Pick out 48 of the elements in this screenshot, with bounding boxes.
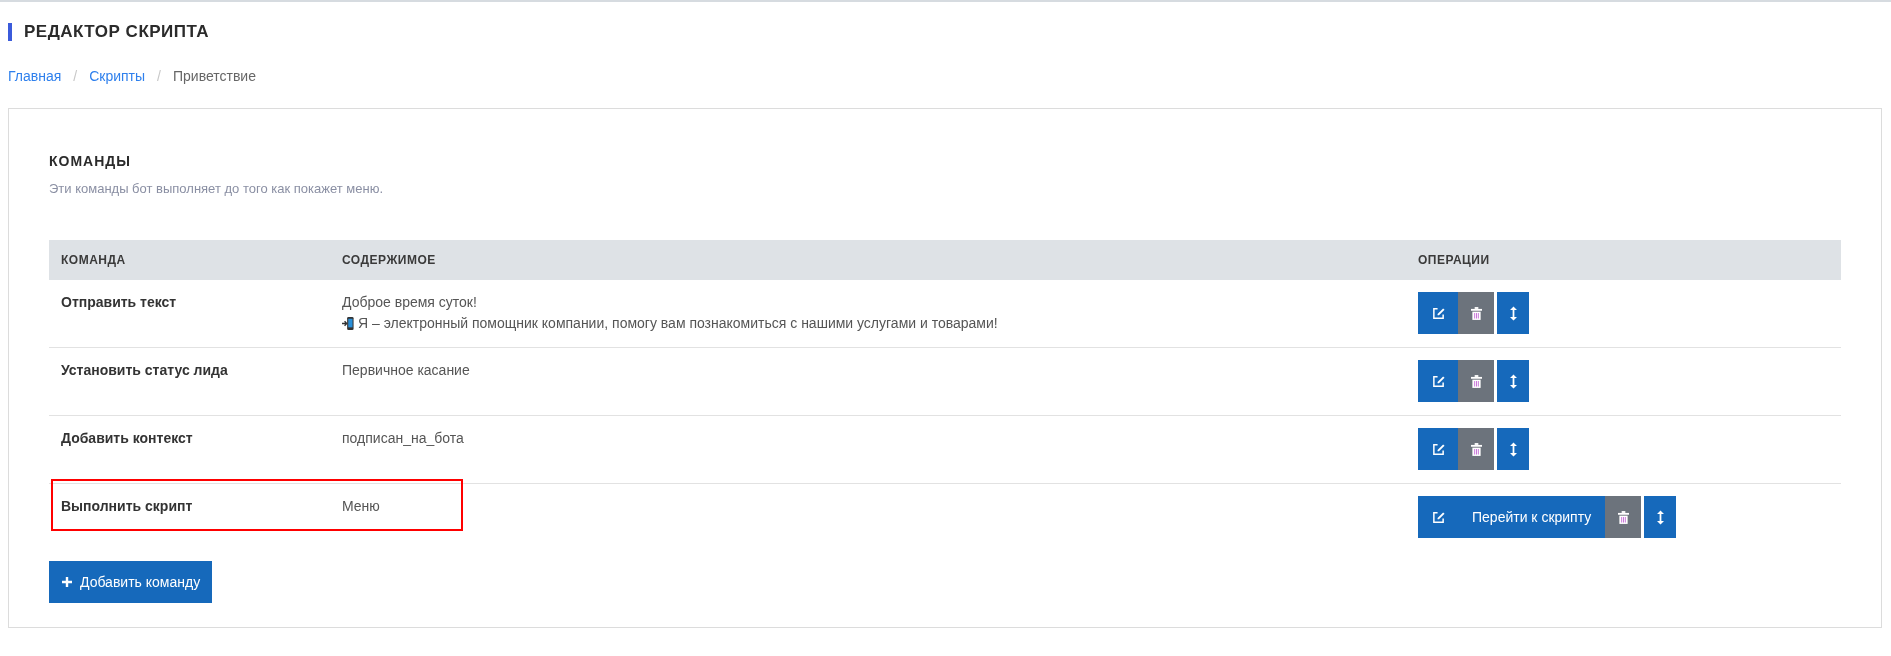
trash-icon xyxy=(1470,306,1482,320)
move-button[interactable] xyxy=(1497,428,1529,470)
move-button[interactable] xyxy=(1497,360,1529,402)
content-text: Первичное касание xyxy=(342,361,470,380)
section-title: КОМАНДЫ xyxy=(49,153,132,169)
go-to-script-button[interactable]: Перейти к скрипту xyxy=(1458,496,1606,538)
content-text: Меню xyxy=(342,497,380,516)
delete-button[interactable] xyxy=(1458,428,1494,470)
delete-button[interactable] xyxy=(1458,292,1494,334)
edit-icon xyxy=(1431,374,1445,388)
command-name: Добавить контекст xyxy=(61,430,193,446)
edit-button[interactable] xyxy=(1418,496,1458,538)
content-text: Доброе время суток! xyxy=(342,293,477,312)
vertical-arrows-icon xyxy=(1509,305,1517,321)
edit-button[interactable] xyxy=(1418,292,1458,334)
vertical-arrows-icon xyxy=(1509,373,1517,389)
edit-icon xyxy=(1431,442,1445,456)
title-accent-bar xyxy=(8,23,12,41)
breadcrumb-link[interactable]: Главная xyxy=(8,68,62,84)
command-name: Установить статус лида xyxy=(61,362,228,378)
delete-button[interactable] xyxy=(1458,360,1494,402)
vertical-arrows-icon xyxy=(1509,441,1517,457)
column-header: СОДЕРЖИМОЕ xyxy=(342,253,436,267)
edit-button[interactable] xyxy=(1418,428,1458,470)
content-text: Я – электронный помощник компании, помогу вам познакомиться с нашими услугами и товарами! xyxy=(358,314,998,333)
breadcrumb-link[interactable]: Скрипты xyxy=(89,68,146,84)
edit-icon xyxy=(1431,510,1445,524)
move-button[interactable] xyxy=(1497,292,1529,334)
move-button[interactable] xyxy=(1644,496,1677,538)
trash-icon xyxy=(1470,374,1482,388)
trash-icon xyxy=(1470,442,1482,456)
edit-icon xyxy=(1431,306,1445,320)
breadcrumb-current: Приветствие xyxy=(173,68,256,84)
trash-icon xyxy=(1617,510,1629,524)
edit-button[interactable] xyxy=(1418,360,1458,402)
command-name: Выполнить скрипт xyxy=(61,498,193,514)
add-command-button[interactable]: Добавить команду xyxy=(49,561,213,603)
column-header: КОМАНДА xyxy=(61,253,126,267)
column-header: ОПЕРАЦИИ xyxy=(1418,253,1490,267)
vertical-arrows-icon xyxy=(1656,509,1664,525)
command-name: Отправить текст xyxy=(61,294,177,310)
plus-icon xyxy=(62,577,72,587)
breadcrumb-separator: / xyxy=(157,68,161,84)
breadcrumb-separator: / xyxy=(73,68,78,84)
delete-button[interactable] xyxy=(1605,496,1642,538)
section-description: Эти команды бот выполняет до того как покажет меню. xyxy=(49,181,384,196)
content-text: подписан_на_бота xyxy=(342,429,464,448)
page-title: РЕДАКТОР СКРИПТА xyxy=(24,22,210,42)
